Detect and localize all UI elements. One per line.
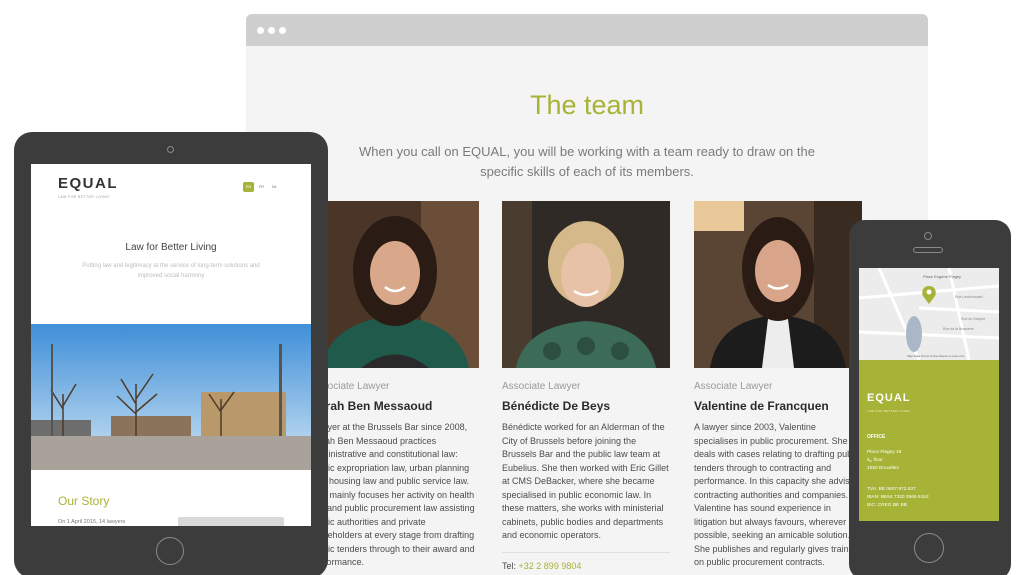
member-photo — [311, 201, 479, 368]
member-name: Valentine de Francquen — [694, 399, 829, 413]
map-street: Rue Lesbroussart — [955, 295, 983, 299]
lang-fr-button[interactable]: FR — [256, 182, 267, 192]
iban-number: IBAN: BE64 7320 3569 6152 — [867, 495, 929, 500]
office-map[interactable]: Place Eugène Flagey Rue Lesbroussart Rue… — [859, 268, 999, 361]
member-card: Associate Lawyer Valentine de Francquen … — [694, 201, 862, 570]
address-line: 1050 Bruxelles — [867, 466, 899, 471]
floor-text: floor — [873, 458, 883, 463]
member-photo — [694, 201, 862, 368]
lang-nl-button[interactable]: NL — [269, 182, 280, 192]
language-switcher: EN FR NL — [243, 182, 280, 192]
story-title: Our Story — [58, 494, 110, 508]
window-dot-minimize[interactable] — [268, 26, 275, 34]
member-card: Associate Lawyer Sarah Ben Messaoud Lawy… — [311, 201, 479, 570]
member-name: Sarah Ben Messaoud — [311, 399, 433, 413]
lang-en-button[interactable]: EN — [243, 182, 254, 192]
tablet-camera — [167, 146, 174, 153]
window-dot-maximize[interactable] — [279, 26, 286, 34]
company-identifiers: TVA: BE 0607.972.537 IBAN: BE64 7320 356… — [867, 486, 929, 510]
map-street: Rue de la Brasserie — [943, 327, 974, 331]
team-title: The team — [529, 90, 645, 120]
equal-logo[interactable]: EQUAL — [58, 175, 118, 192]
member-phone: Tel: +32 2 899 9804 — [502, 561, 670, 571]
tablet-device: EQUAL LAW FOR BETTER LIVING EN FR NL Law… — [14, 132, 328, 575]
story-text: On 1 April 2015, 14 lawyers — [58, 519, 126, 525]
map-credit: Map Data Terms of Use Report a map error — [907, 354, 965, 358]
logo-tagline: LAW FOR BETTER LIVING — [867, 409, 911, 413]
phone-speaker — [913, 247, 943, 253]
phone-screen: Place Eugène Flagey Rue Lesbroussart Rue… — [859, 268, 999, 521]
story-image — [178, 517, 284, 526]
phone-home-button[interactable] — [914, 533, 944, 563]
desktop-browser: The team When you call on EQUAL, you wil… — [246, 14, 928, 575]
hero-photo — [31, 324, 311, 470]
member-name: Bénédicte De Beys — [502, 399, 611, 413]
phone-link[interactable]: +32 2 899 9804 — [519, 561, 582, 571]
office-label: OFFICE — [867, 434, 886, 440]
member-role: Associate Lawyer — [502, 381, 581, 392]
bic-code: BIC: CREG BE BB — [867, 503, 907, 508]
tva-number: TVA: BE 0607.972.537 — [867, 487, 916, 492]
member-photo — [502, 201, 670, 368]
tablet-screen: EQUAL LAW FOR BETTER LIVING EN FR NL Law… — [31, 164, 311, 526]
hero-subheading: Putting law and legitimacy at the servic… — [82, 263, 260, 279]
map-street: Rue du Sceptre — [961, 317, 985, 321]
map-label: Place Eugène Flagey — [923, 274, 961, 279]
address-line: Place Flagey 18 — [867, 450, 902, 455]
member-bio: Lawyer at the Brussels Bar since 2008, S… — [311, 422, 475, 567]
member-role: Associate Lawyer — [311, 381, 390, 392]
member-divider — [502, 551, 670, 553]
office-address: Place Flagey 18 5th floor 1050 Bruxelles — [867, 449, 901, 473]
equal-logo[interactable]: EQUAL — [867, 392, 911, 404]
phone-camera — [924, 232, 932, 240]
team-intro: When you call on EQUAL, you will be work… — [359, 144, 815, 179]
tablet-home-button[interactable] — [156, 537, 184, 565]
browser-titlebar — [246, 14, 928, 46]
phone-device: Place Eugène Flagey Rue Lesbroussart Rue… — [849, 220, 1011, 575]
address-line: 5th floor — [867, 457, 901, 465]
hero-heading: Law for Better Living — [125, 242, 217, 253]
window-dot-close[interactable] — [257, 26, 264, 34]
floor-suffix: th — [869, 459, 873, 463]
member-role: Associate Lawyer — [694, 381, 773, 392]
member-bio: Bénédicte worked for an Alderman of the … — [502, 422, 669, 540]
member-bio: A lawyer since 2003, Valentine specialis… — [694, 422, 861, 567]
logo-tagline: LAW FOR BETTER LIVING — [58, 195, 110, 199]
phone-label: Tel: — [502, 560, 517, 571]
member-card: Associate Lawyer Bénédicte De Beys Bénéd… — [502, 201, 670, 571]
showcase-stage: The team When you call on EQUAL, you wil… — [0, 0, 1024, 575]
